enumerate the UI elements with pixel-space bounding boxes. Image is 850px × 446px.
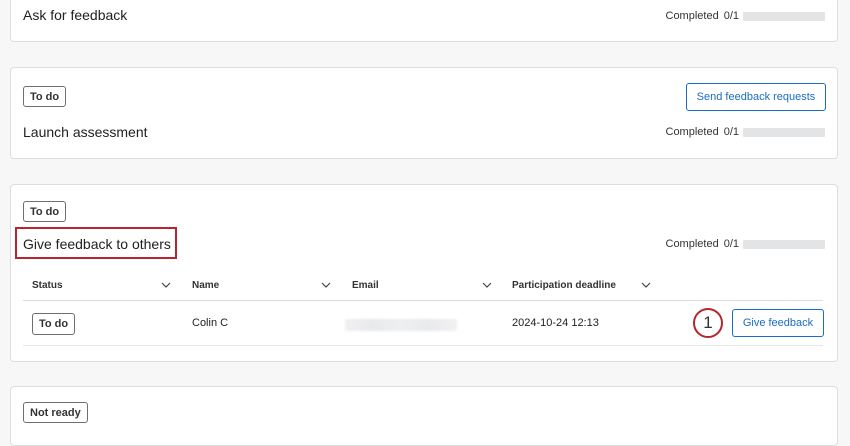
row-name: Colin C xyxy=(192,317,229,329)
task-card-launch-assessment: To do Send feedback requests Launch asse… xyxy=(10,67,838,159)
progress-label: Completed xyxy=(665,126,719,138)
progress-indicator: Completed 0/1 xyxy=(665,126,825,138)
chevron-down-icon[interactable] xyxy=(161,280,171,290)
step-number-marker: 1 xyxy=(693,308,723,338)
row-email-redacted xyxy=(345,319,457,331)
task-card-give-feedback-to-others: To do Give feedback to others Completed … xyxy=(10,184,838,362)
give-feedback-button[interactable]: Give feedback xyxy=(732,309,824,337)
progress-label: Completed xyxy=(665,10,719,22)
progress-label: Completed xyxy=(665,238,719,250)
row-status-badge: To do xyxy=(32,313,76,335)
progress-count: 0/1 xyxy=(723,238,739,250)
column-header-name[interactable]: Name xyxy=(192,270,219,300)
column-header-email[interactable]: Email xyxy=(352,270,379,300)
task-title: Give feedback to others xyxy=(23,236,171,252)
column-header-status[interactable]: Status xyxy=(32,270,63,300)
progress-bar xyxy=(743,11,825,21)
progress-indicator: Completed 0/1 xyxy=(665,10,825,22)
progress-bar xyxy=(743,239,825,249)
chevron-down-icon[interactable] xyxy=(321,280,331,290)
status-badge: To do xyxy=(23,86,67,107)
table-header: Status Name Email Participation deadline xyxy=(23,270,823,301)
send-feedback-requests-button[interactable]: Send feedback requests xyxy=(686,83,826,111)
table-row: To do Colin C 2024-10-24 12:13 Give feed… xyxy=(23,301,824,346)
progress-indicator: Completed 0/1 xyxy=(665,238,825,250)
task-title: Ask for feedback xyxy=(23,7,128,23)
progress-count: 0/1 xyxy=(723,10,739,22)
task-card-not-ready: Not ready xyxy=(10,386,838,446)
chevron-down-icon[interactable] xyxy=(482,280,492,290)
row-deadline: 2024-10-24 12:13 xyxy=(512,317,599,329)
progress-count: 0/1 xyxy=(723,126,739,138)
status-badge: Not ready xyxy=(23,402,88,423)
task-card-ask-for-feedback: Ask for feedback Completed 0/1 xyxy=(10,0,838,42)
status-badge: To do xyxy=(23,201,67,222)
chevron-down-icon[interactable] xyxy=(641,280,651,290)
column-header-participation-deadline[interactable]: Participation deadline xyxy=(512,270,616,300)
progress-bar xyxy=(743,127,825,137)
task-title: Launch assessment xyxy=(23,124,148,140)
